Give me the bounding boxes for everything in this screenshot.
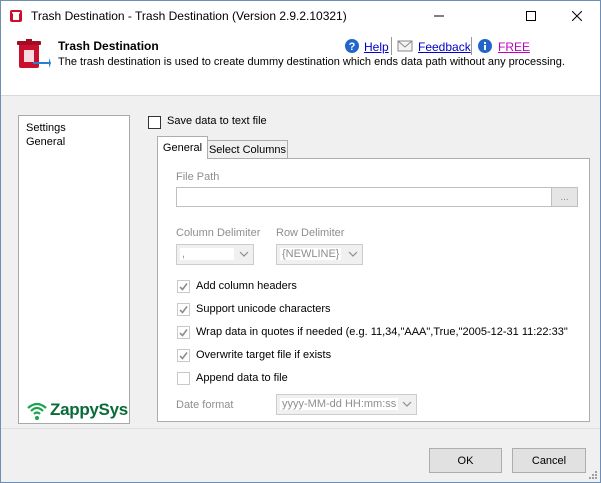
tab-select-columns[interactable]: Select Columns <box>207 140 288 159</box>
trash-destination-icon <box>17 39 51 68</box>
date-format-label: Date format <box>176 399 234 411</box>
help-icon[interactable]: ? <box>344 38 360 54</box>
feedback-link[interactable]: Feedback <box>418 40 471 54</box>
help-link[interactable]: Help <box>364 40 389 54</box>
content-area: Settings General ZappySys Save data to t… <box>1 97 600 427</box>
close-icon <box>572 11 582 21</box>
checkmark-icon <box>179 352 188 360</box>
settings-nav: Settings General ZappySys <box>18 115 130 424</box>
trash-app-icon <box>10 10 22 22</box>
general-tab-panel: File Path ... Column Delimiter , Row Del… <box>157 158 590 422</box>
support-unicode-checkbox[interactable] <box>177 303 190 316</box>
overwrite-file-label[interactable]: Overwrite target file if exists <box>196 349 331 361</box>
wrap-quotes-checkbox[interactable] <box>177 326 190 339</box>
chevron-down-icon <box>239 251 249 257</box>
row-delimiter-label: Row Delimiter <box>276 227 345 239</box>
wifi-logo-icon <box>27 402 47 420</box>
logo-text: ZappySys <box>50 400 128 419</box>
cancel-button[interactable]: Cancel <box>512 448 586 473</box>
dialog-window: Trash Destination - Trash Destination (V… <box>0 0 601 483</box>
minimize-button[interactable] <box>416 1 462 31</box>
row-delimiter-value: {NEWLINE} <box>280 248 342 260</box>
support-unicode-label[interactable]: Support unicode characters <box>196 303 331 315</box>
tab-general[interactable]: General <box>157 136 208 159</box>
overwrite-file-checkbox[interactable] <box>177 349 190 362</box>
column-delimiter-select[interactable]: , <box>176 244 254 265</box>
maximize-button[interactable] <box>508 1 554 31</box>
link-separator <box>391 37 392 55</box>
add-column-headers-label[interactable]: Add column headers <box>196 280 297 292</box>
checkmark-icon <box>179 283 188 291</box>
maximize-icon <box>526 11 536 21</box>
component-title: Trash Destination <box>58 39 159 53</box>
column-delimiter-label: Column Delimiter <box>176 227 261 239</box>
component-header: Trash Destination The trash destination … <box>1 32 600 96</box>
wrap-quotes-label[interactable]: Wrap data in quotes if needed (e.g. 11,3… <box>196 326 568 338</box>
nav-item-settings[interactable]: Settings <box>26 122 66 134</box>
envelope-icon[interactable] <box>397 38 413 54</box>
component-description: The trash destination is used to create … <box>58 56 565 68</box>
row-delimiter-select[interactable]: {NEWLINE} <box>276 244 363 265</box>
nav-item-general[interactable]: General <box>26 136 65 148</box>
ok-button[interactable]: OK <box>429 448 502 473</box>
date-format-select[interactable]: yyyy-MM-dd HH:mm:ss <box>276 394 417 415</box>
resize-grip-icon[interactable] <box>588 470 598 480</box>
chevron-down-icon <box>348 251 358 257</box>
chevron-down-icon <box>402 401 412 407</box>
append-data-label[interactable]: Append data to file <box>196 372 288 384</box>
close-button[interactable] <box>554 1 600 31</box>
link-separator <box>471 37 472 55</box>
save-to-file-label[interactable]: Save data to text file <box>167 115 267 127</box>
column-delimiter-value: , <box>180 248 234 260</box>
browse-button[interactable]: ... <box>551 187 578 207</box>
svg-text:?: ? <box>349 41 356 53</box>
minimize-icon <box>434 15 444 17</box>
file-path-input[interactable] <box>176 187 552 207</box>
free-link[interactable]: FREE <box>498 40 530 54</box>
info-icon[interactable] <box>477 38 493 54</box>
date-format-value: yyyy-MM-dd HH:mm:ss <box>280 398 399 410</box>
zappysys-logo: ZappySys <box>26 398 128 424</box>
dialog-footer: OK Cancel <box>1 428 600 482</box>
save-to-file-checkbox[interactable] <box>148 116 161 129</box>
checkmark-icon <box>179 329 188 337</box>
window-title: Trash Destination - Trash Destination (V… <box>31 9 347 23</box>
checkmark-icon <box>179 306 188 314</box>
file-path-label: File Path <box>176 171 220 183</box>
append-data-checkbox[interactable] <box>177 372 190 385</box>
title-bar: Trash Destination - Trash Destination (V… <box>1 1 600 32</box>
add-column-headers-checkbox[interactable] <box>177 280 190 293</box>
